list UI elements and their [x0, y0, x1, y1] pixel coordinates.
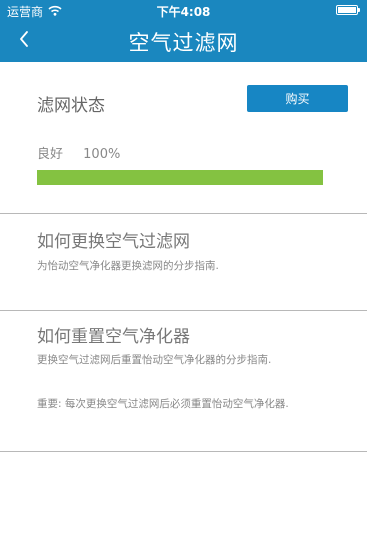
guide-heading: 如何更换空气过滤网 — [37, 232, 190, 252]
divider — [0, 451, 367, 452]
guide-replace-filter[interactable]: 如何更换空气过滤网 为怡动空气净化器更换滤网的分步指南. — [0, 214, 367, 310]
nav-bar: 空气过滤网 — [0, 20, 367, 62]
guide-reset-purifier[interactable]: 如何重置空气净化器 更换空气过滤网后重置怡动空气净化器的分步指南. 重要: 每次… — [0, 311, 367, 451]
page-title: 空气过滤网 — [128, 31, 239, 55]
filter-status-section: 滤网状态 购买 良好 100% — [0, 62, 367, 213]
guide-important-note: 重要: 每次更换空气过滤网后必须重置怡动空气净化器. — [37, 398, 289, 410]
status-bar: 运营商 下午4:08 — [0, 0, 367, 20]
guide-description: 为怡动空气净化器更换滤网的分步指南. — [37, 260, 219, 272]
buy-button[interactable]: 购买 — [247, 85, 348, 112]
filter-percent: 100% — [83, 147, 121, 162]
battery-icon — [336, 5, 360, 15]
filter-progress-bar — [37, 170, 323, 185]
status-time: 下午4:08 — [156, 5, 211, 19]
guide-heading: 如何重置空气净化器 — [37, 327, 190, 347]
guide-description: 更换空气过滤网后重置怡动空气净化器的分步指南. — [37, 354, 272, 366]
filter-condition: 良好 — [37, 147, 64, 162]
filter-status-text: 良好 100% — [37, 143, 120, 162]
filter-progress-fill — [37, 170, 323, 185]
filter-status-label: 滤网状态 — [37, 96, 105, 116]
